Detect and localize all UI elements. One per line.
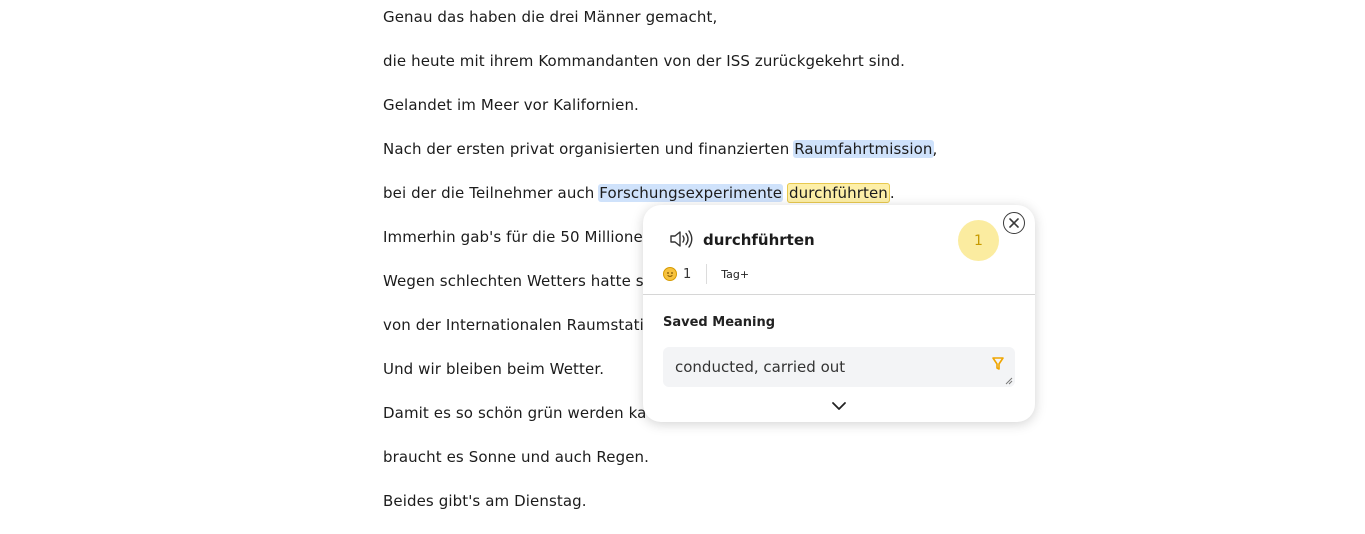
sentence-text: . <box>889 184 895 202</box>
sentence-line: von der Internationalen Raumstati <box>383 314 644 336</box>
highlighted-word[interactable]: Forschungsexperimente <box>598 184 784 202</box>
saved-meaning-label: Saved Meaning <box>663 315 776 330</box>
sentence-line: Immerhin gab's für die 50 Millione <box>383 226 643 248</box>
popup-word: durchführten <box>703 231 815 249</box>
close-icon <box>1009 218 1019 228</box>
saved-meaning-value: conducted, carried out <box>675 358 846 376</box>
sentence-text: braucht es Sonne und auch Regen. <box>383 448 650 466</box>
sentence-text: von der Internationalen Raumstati <box>383 316 644 334</box>
sentence-text: Wegen schlechten Wetters hatte s <box>383 272 644 290</box>
sentence-text: Immerhin gab's für die 50 Millione <box>383 228 643 246</box>
sentence-line: Und wir bleiben beim Wetter. <box>383 358 604 380</box>
sentence-text: die heute mit ihrem Kommandanten von der… <box>383 52 906 70</box>
sentence-line: Beides gibt's am Dienstag. <box>383 490 587 512</box>
sentence-line: Damit es so schön grün werden ka <box>383 402 646 424</box>
sentence-line: Nach der ersten privat organisierten und… <box>383 138 937 160</box>
sentence-text: Beides gibt's am Dienstag. <box>383 492 587 510</box>
sentence-line: braucht es Sonne und auch Regen. <box>383 446 649 468</box>
saved-meaning-field[interactable]: conducted, carried out <box>663 347 1015 387</box>
close-button[interactable] <box>1003 212 1025 234</box>
sentence-text: Und wir bleiben beim Wetter. <box>383 360 605 378</box>
sentence-line: Wegen schlechten Wetters hatte s <box>383 270 644 292</box>
smiley-icon[interactable] <box>663 267 677 281</box>
divider <box>706 264 708 284</box>
sentence-text: Genau das haben die drei Männer gemacht, <box>383 8 718 26</box>
sentence-line: die heute mit ihrem Kommandanten von der… <box>383 50 905 72</box>
sentence-text: Gelandet im Meer vor Kalifornien. <box>383 96 639 114</box>
chevron-down-icon[interactable] <box>831 401 847 411</box>
sentence-text: Damit es so schön grün werden ka <box>383 404 647 422</box>
sentence-line: Genau das haben die drei Männer gemacht, <box>383 6 717 28</box>
divider <box>643 294 1035 295</box>
sentence-text: Nach der ersten privat organisierten und… <box>383 140 795 158</box>
speaker-icon[interactable] <box>669 229 695 249</box>
sentence-line: bei der die Teilnehmer auch Forschungsex… <box>383 182 895 204</box>
sentence-text: bei der die Teilnehmer auch <box>383 184 600 202</box>
highlighted-word[interactable]: Raumfahrtmission <box>793 140 934 158</box>
sentence-text: , <box>932 140 938 158</box>
add-tag-button[interactable]: Tag+ <box>721 268 749 281</box>
level-badge[interactable]: 1 <box>958 220 999 261</box>
word-popup: durchführten 1 1 Tag+ Saved Meaning cond… <box>643 205 1035 422</box>
resize-handle-icon[interactable] <box>1005 377 1013 385</box>
sentence-line: Gelandet im Meer vor Kalifornien. <box>383 94 639 116</box>
selected-word[interactable]: durchführten <box>787 183 890 203</box>
status-row: 1 Tag+ <box>663 264 749 284</box>
status-count: 1 <box>683 266 692 282</box>
lightbulb-icon[interactable] <box>991 356 1005 372</box>
